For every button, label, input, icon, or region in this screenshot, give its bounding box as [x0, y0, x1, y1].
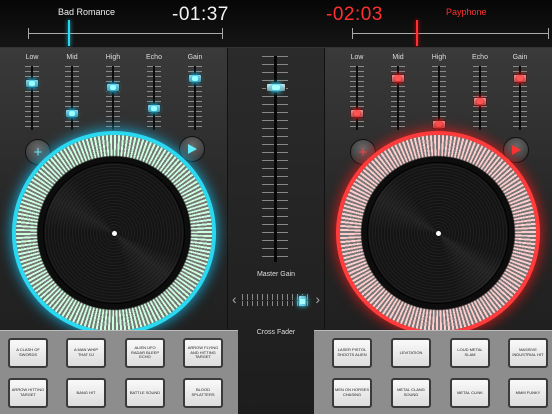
left-deck-header: Bad Romance -01:37: [0, 0, 229, 48]
left-play-button[interactable]: [179, 136, 205, 162]
right-sound-pad[interactable]: LOUD METAL SLAM: [450, 338, 490, 368]
right-eq-label-gain: Gain: [512, 54, 528, 61]
right-sound-pad[interactable]: MEN ON HORSES CHASING: [332, 378, 372, 408]
right-eq-knob-gain[interactable]: [513, 74, 527, 84]
left-sound-pad[interactable]: BLOOD SPLATTERS: [183, 378, 223, 408]
right-play-button[interactable]: [503, 137, 529, 163]
cross-fader-label: Cross Fader: [256, 329, 296, 336]
left-eq-label-high: High: [105, 54, 121, 61]
right-scrub-bar[interactable]: [352, 28, 549, 39]
left-track-name: Bad Romance: [58, 7, 116, 17]
right-time-remaining: -02:03: [326, 4, 383, 25]
right-eq-label-echo: Echo: [472, 54, 488, 61]
left-eq-knob-high[interactable]: [106, 82, 120, 92]
left-time-remaining: -01:37: [172, 4, 229, 25]
left-scrub-bar[interactable]: [28, 28, 223, 39]
left-eq-track-high[interactable]: [112, 66, 114, 130]
right-playhead[interactable]: [416, 20, 418, 46]
right-record[interactable]: [367, 162, 509, 304]
left-sound-pad[interactable]: ARROW HITTING TARGET: [8, 378, 48, 408]
right-eq-knob-mid[interactable]: [391, 74, 405, 84]
left-sound-pads: A CLASH OF SWORDS A MAN WHIP THAT DJ ALIEN…: [0, 330, 238, 414]
cross-fader-knob[interactable]: [297, 295, 307, 307]
left-sound-pad[interactable]: A MAN WHIP THAT DJ: [66, 338, 106, 368]
right-sound-pad[interactable]: MASSIVE INDUSTRIAL HIT: [508, 338, 548, 368]
left-playhead[interactable]: [68, 20, 70, 46]
left-eq-label-mid: Mid: [66, 54, 78, 61]
left-eq-label-gain: Gain: [187, 54, 203, 61]
right-eq-label-high: High: [431, 54, 447, 61]
left-eq-track-mid[interactable]: [71, 66, 73, 130]
left-eq-label-echo: Echo: [146, 54, 162, 61]
left-eq-knob-mid[interactable]: [65, 108, 79, 118]
left-record[interactable]: [43, 162, 185, 304]
left-eq-track-low[interactable]: [31, 66, 33, 130]
right-sound-pad[interactable]: METAL CLANG SOUND: [391, 378, 431, 408]
master-gain-knob[interactable]: [266, 83, 286, 93]
master-gain-label: Master Gain: [256, 271, 296, 278]
right-sound-pad[interactable]: LEVITATION: [391, 338, 431, 368]
left-eq-label-low: Low: [25, 54, 39, 61]
right-spindle: [436, 231, 441, 236]
left-eq-knob-echo[interactable]: [147, 104, 161, 114]
left-sound-pad[interactable]: A CLASH OF SWORDS: [8, 338, 48, 368]
left-sound-pad[interactable]: ARROW FLYING AND HITTING TARGET: [183, 338, 223, 368]
right-turntable[interactable]: [340, 135, 536, 331]
right-eq-knob-echo[interactable]: [473, 96, 487, 106]
right-eq-knob-high[interactable]: [432, 120, 446, 130]
cross-fader[interactable]: ‹ ›: [232, 288, 320, 312]
left-eq-knob-gain[interactable]: [188, 74, 202, 84]
right-sound-pad[interactable]: MMM FUNKY: [508, 378, 548, 408]
right-track-name: Payphone: [446, 7, 487, 17]
left-spindle: [112, 231, 117, 236]
right-eq-label-low: Low: [350, 54, 364, 61]
right-eq-track-low[interactable]: [356, 66, 358, 130]
plus-icon: +: [358, 143, 368, 161]
right-sound-pad[interactable]: LASER PISTOL SHOOTS ALIEN: [332, 338, 372, 368]
play-icon: [188, 144, 197, 154]
play-icon: [512, 145, 521, 155]
plus-icon: +: [33, 143, 43, 161]
left-sound-pad[interactable]: ALIEN UFO RADAR BLEEP ECHO: [125, 338, 165, 368]
chevron-right-icon: ›: [315, 291, 320, 307]
left-eq-track-echo[interactable]: [153, 66, 155, 130]
top-bar: Bad Romance -01:37 -02:03 Payphone: [0, 0, 552, 48]
chevron-left-icon: ‹: [232, 291, 237, 307]
left-eq-knob-low[interactable]: [25, 79, 39, 89]
right-eq-label-mid: Mid: [392, 54, 404, 61]
right-eq-knob-low[interactable]: [350, 108, 364, 118]
left-sound-pad[interactable]: BANG HIT: [66, 378, 106, 408]
right-deck-header: -02:03 Payphone: [326, 0, 552, 48]
right-sound-pad[interactable]: METAL CLINK: [450, 378, 490, 408]
left-sound-pad[interactable]: BATTLE SOUND: [125, 378, 165, 408]
left-turntable[interactable]: [16, 135, 212, 331]
right-sound-pads: LASER PISTOL SHOOTS ALIEN LEVITATION LOUD …: [314, 330, 552, 414]
